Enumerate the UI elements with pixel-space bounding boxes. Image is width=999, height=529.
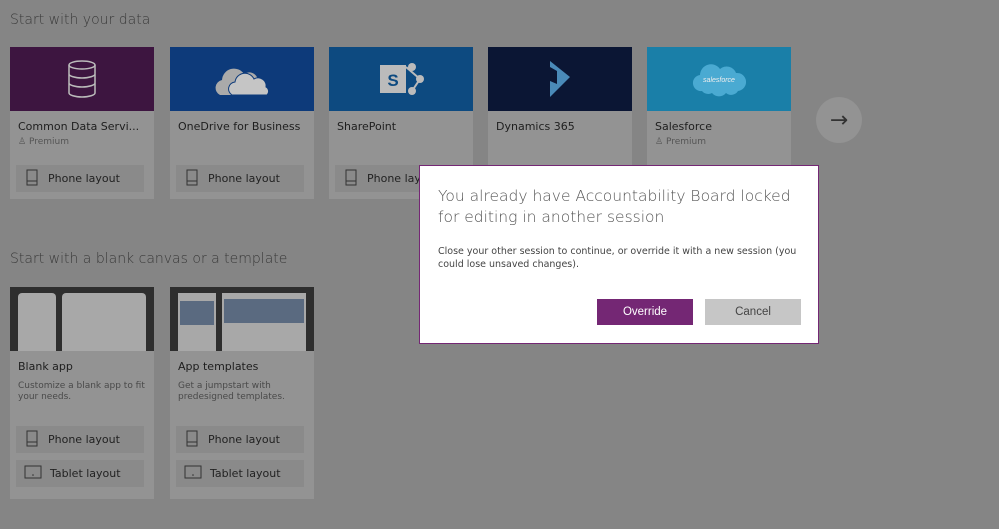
card-title: Blank app	[18, 360, 73, 373]
card-description: Customize a blank app to fit your needs.	[18, 381, 145, 402]
tablet-icon	[184, 465, 202, 482]
session-locked-dialog: You already have Accountability Board lo…	[419, 165, 819, 344]
phone-layout-button[interactable]: Phone layout	[176, 165, 304, 192]
phone-icon	[186, 169, 198, 189]
premium-icon: ♙	[655, 137, 666, 147]
premium-badge: ♙ Premium	[655, 137, 706, 147]
template-card[interactable]: Blank app Customize a blank app to fit y…	[10, 287, 154, 499]
sharepoint-icon: S	[329, 47, 473, 111]
svg-text:S: S	[387, 71, 398, 90]
next-arrow-button[interactable]: →	[816, 97, 862, 143]
tablet-layout-button[interactable]: Tablet layout	[176, 460, 304, 487]
premium-icon: ♙	[18, 137, 29, 147]
phone-layout-button[interactable]: Phone layout	[176, 426, 304, 453]
phone-layout-button[interactable]: Phone layout	[16, 165, 144, 192]
svg-text:salesforce: salesforce	[703, 77, 735, 84]
salesforce-icon: salesforce	[647, 47, 791, 111]
template-card[interactable]: App templates Get a jumpstart with prede…	[170, 287, 314, 499]
section-heading-blank: Start with a blank canvas or a template	[10, 251, 288, 267]
template-preview-image	[170, 287, 314, 351]
data-source-card[interactable]: OneDrive for Business Phone layout	[170, 47, 314, 199]
phone-icon	[26, 169, 38, 189]
arrow-right-icon: →	[829, 107, 849, 133]
dialog-title: You already have Accountability Board lo…	[438, 187, 791, 226]
cancel-button[interactable]: Cancel	[705, 299, 801, 325]
phone-icon	[186, 430, 198, 450]
card-title: SharePoint	[337, 120, 397, 133]
dialog-message: Close your other session to continue, or…	[438, 246, 797, 270]
premium-badge: ♙ Premium	[18, 137, 69, 147]
section-heading-data: Start with your data	[10, 12, 151, 28]
card-title: App templates	[178, 360, 259, 373]
card-description: Get a jumpstart with predesigned templat…	[178, 381, 285, 402]
card-title: Common Data Servi...	[18, 120, 140, 133]
tablet-layout-button[interactable]: Tablet layout	[16, 460, 144, 487]
card-title: Dynamics 365	[496, 120, 575, 133]
phone-icon	[26, 430, 38, 450]
template-preview-image	[10, 287, 154, 351]
card-title: Salesforce	[655, 120, 712, 133]
card-title: OneDrive for Business	[178, 120, 301, 133]
override-button[interactable]: Override	[597, 299, 693, 325]
dynamics-icon	[488, 47, 632, 111]
cloud-icon	[170, 47, 314, 111]
database-icon	[10, 47, 154, 111]
phone-icon	[345, 169, 357, 189]
data-source-card[interactable]: Common Data Servi... ♙ Premium Phone lay…	[10, 47, 154, 199]
phone-layout-button[interactable]: Phone layout	[16, 426, 144, 453]
tablet-icon	[24, 465, 42, 482]
